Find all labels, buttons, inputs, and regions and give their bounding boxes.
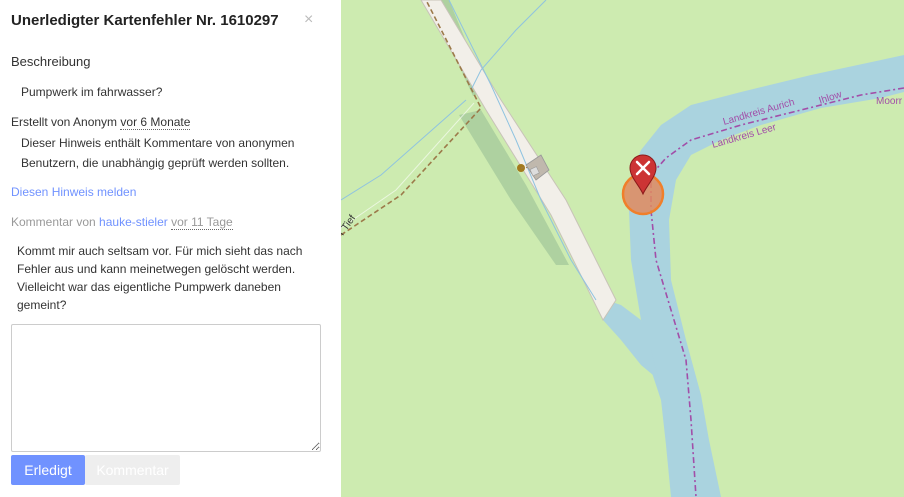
description-text: Pumpwerk im fahrwasser? — [21, 85, 163, 99]
comment-meta: Kommentar von hauke-stieler vor 11 Tage — [11, 215, 233, 230]
note-title: Unerledigter Kartenfehler Nr. 1610297 — [11, 12, 279, 29]
comment-time: vor 11 Tage — [171, 215, 233, 230]
created-line: Erstellt von Anonym vor 6 Monate — [11, 115, 191, 130]
comment-button: Kommentar — [85, 455, 180, 485]
anonymous-note: Dieser Hinweis enthält Kommentare von an… — [21, 136, 295, 170]
comment-author-link[interactable]: hauke-stieler — [99, 215, 168, 229]
comment-text: Kommt mir auch seltsam vor. Für mich sie… — [17, 244, 303, 312]
resolve-button[interactable]: Erledigt — [11, 455, 85, 485]
close-icon[interactable]: × — [304, 10, 313, 30]
report-note-link[interactable]: Diesen Hinweis melden — [11, 185, 136, 199]
created-prefix: Erstellt von Anonym — [11, 115, 121, 129]
label-moorr: Moorr — [876, 96, 903, 107]
created-time: vor 6 Monate — [120, 115, 191, 130]
map-view[interactable]: Landkreis Aurich Landkreis Leer Ihlow Mo… — [341, 0, 904, 497]
comment-input[interactable] — [11, 324, 321, 452]
note-sidebar: Unerledigter Kartenfehler Nr. 1610297 × … — [0, 0, 341, 497]
description-heading: Beschreibung — [11, 54, 91, 69]
comment-prefix: Kommentar von — [11, 215, 100, 229]
